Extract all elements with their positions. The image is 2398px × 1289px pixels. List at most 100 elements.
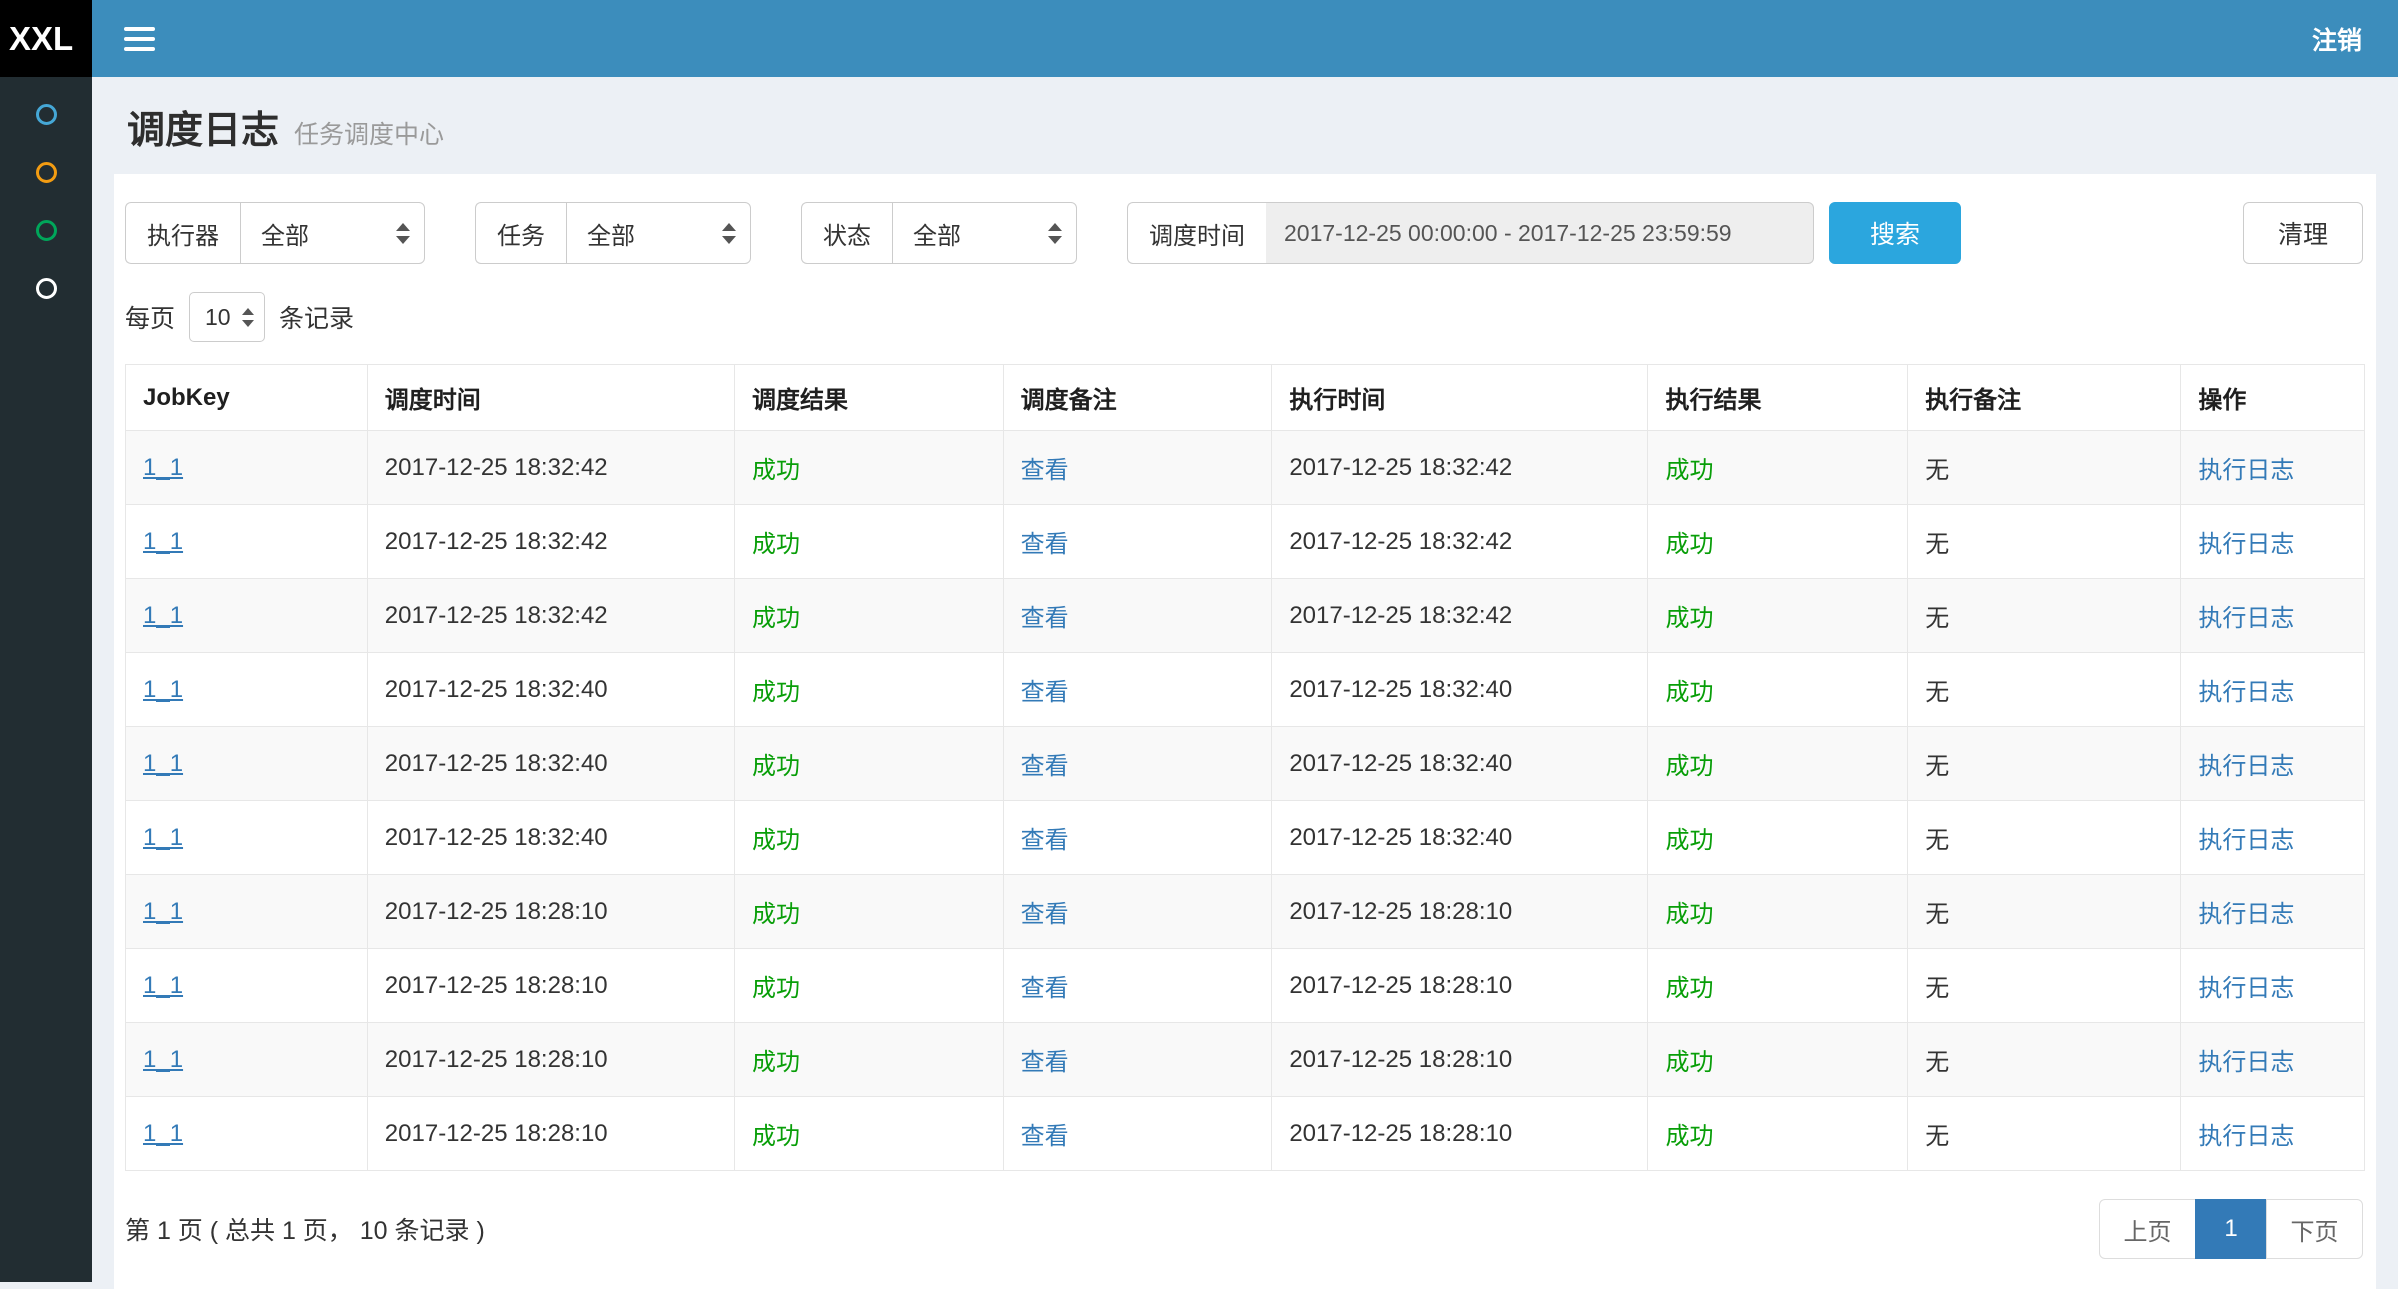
page-size-suffix: 条记录 [279,299,354,335]
sched-remark-cell: 查看 [1003,949,1272,1023]
sched-result-cell: 成功 [734,949,1003,1023]
jobkey-link[interactable]: 1_1 [143,972,183,999]
jobkey-link[interactable]: 1_1 [143,1046,183,1073]
sched-time-cell: 2017-12-25 18:28:10 [367,1097,734,1171]
sched-time-cell: 2017-12-25 18:32:40 [367,653,734,727]
exec-remark-cell: 无 [1908,875,2181,949]
logout-button[interactable]: 注销 [2312,21,2362,57]
exec-time-text: 2017-12-25 18:32:42 [1289,528,1512,555]
sidebar-item-help[interactable] [0,259,92,317]
table-row: 1_12017-12-25 18:28:10成功查看2017-12-25 18:… [126,875,2365,949]
exec-log-link[interactable]: 执行日志 [2198,531,2294,558]
circle-outline-icon [36,104,57,125]
trigger-time-text: 2017-12-25 18:32:42 [385,528,608,555]
page-title-row: 调度日志 任务调度中心 [127,99,2363,154]
trigger-result-text: 成功 [752,827,800,854]
trigger-time-range-input[interactable] [1266,202,1814,264]
exec-time-cell: 2017-12-25 18:32:42 [1272,505,1648,579]
trigger-remark-link[interactable]: 查看 [1021,457,1069,484]
action-cell: 执行日志 [2181,727,2365,801]
column-trigger-result: 调度结果 [734,365,1003,431]
exec-result-cell: 成功 [1648,653,1908,727]
exec-time-text: 2017-12-25 18:32:40 [1289,676,1512,703]
trigger-remark-link[interactable]: 查看 [1021,901,1069,928]
trigger-remark-link[interactable]: 查看 [1021,827,1069,854]
exec-log-link[interactable]: 执行日志 [2198,827,2294,854]
exec-log-link[interactable]: 执行日志 [2198,975,2294,1002]
jobkey-link[interactable]: 1_1 [143,898,183,925]
jobkey-link[interactable]: 1_1 [143,454,183,481]
current-page-button[interactable]: 1 [2195,1199,2267,1259]
jobkey-link[interactable]: 1_1 [143,750,183,777]
trigger-time-text: 2017-12-25 18:28:10 [385,1120,608,1147]
exec-log-link[interactable]: 执行日志 [2198,679,2294,706]
exec-result-text: 成功 [1665,753,1713,780]
exec-log-link[interactable]: 执行日志 [2198,605,2294,632]
trigger-result-text: 成功 [752,753,800,780]
search-button[interactable]: 搜索 [1829,202,1961,264]
status-select-value: 全部 [913,216,961,251]
sidebar-toggle-icon[interactable] [124,27,155,51]
trigger-remark-link[interactable]: 查看 [1021,975,1069,1002]
sched-time-cell: 2017-12-25 18:32:40 [367,801,734,875]
trigger-time-text: 2017-12-25 18:32:40 [385,750,608,777]
executor-select-value: 全部 [261,216,309,251]
trigger-remark-link[interactable]: 查看 [1021,1049,1069,1076]
exec-result-cell: 成功 [1648,431,1908,505]
log-table-header-row: JobKey调度时间调度结果调度备注执行时间执行结果执行备注操作 [126,365,2365,431]
column-trigger-time: 调度时间 [367,365,734,431]
sched-result-cell: 成功 [734,1097,1003,1171]
sched-remark-cell: 查看 [1003,1097,1272,1171]
exec-log-link[interactable]: 执行日志 [2198,901,2294,928]
prev-page-button[interactable]: 上页 [2099,1199,2196,1259]
status-select[interactable]: 全部 [892,202,1077,264]
trigger-remark-link[interactable]: 查看 [1021,679,1069,706]
jobkey-link[interactable]: 1_1 [143,824,183,851]
page-header: 调度日志 任务调度中心 [114,91,2376,174]
trigger-time-text: 2017-12-25 18:32:40 [385,676,608,703]
sidebar-item-joblog[interactable] [0,201,92,259]
page-size-prefix: 每页 [125,299,175,335]
exec-result-text: 成功 [1665,679,1713,706]
exec-time-cell: 2017-12-25 18:32:40 [1272,801,1648,875]
exec-result-text: 成功 [1665,531,1713,558]
jobkey-link[interactable]: 1_1 [143,676,183,703]
jobkey-link[interactable]: 1_1 [143,1120,183,1147]
trigger-remark-link[interactable]: 查看 [1021,531,1069,558]
trigger-remark-link[interactable]: 查看 [1021,753,1069,780]
log-table-body: 1_12017-12-25 18:32:42成功查看2017-12-25 18:… [126,431,2365,1171]
sched-result-cell: 成功 [734,875,1003,949]
exec-log-link[interactable]: 执行日志 [2198,1049,2294,1076]
sidebar-item-dashboard[interactable] [0,85,92,143]
clear-button[interactable]: 清理 [2243,202,2363,264]
sched-remark-cell: 查看 [1003,653,1272,727]
trigger-remark-link[interactable]: 查看 [1021,605,1069,632]
trigger-result-text: 成功 [752,605,800,632]
job-select[interactable]: 全部 [566,202,751,264]
executor-select[interactable]: 全部 [240,202,425,264]
exec-time-cell: 2017-12-25 18:28:10 [1272,1023,1648,1097]
sidebar-item-jobinfo[interactable] [0,143,92,201]
action-cell: 执行日志 [2181,505,2365,579]
exec-log-link[interactable]: 执行日志 [2198,753,2294,780]
page-size-select[interactable]: 10 [189,292,265,342]
content-area: 调度日志 任务调度中心 执行器 全部 任务 全部 状态 [92,77,2398,1282]
exec-log-link[interactable]: 执行日志 [2198,1123,2294,1150]
exec-time-text: 2017-12-25 18:28:10 [1289,1120,1512,1147]
exec-remark-text: 无 [1925,457,1949,484]
filter-bar: 执行器 全部 任务 全部 状态 全部 [125,202,2365,264]
app-logo[interactable]: XXL [0,0,92,77]
exec-time-cell: 2017-12-25 18:32:42 [1272,579,1648,653]
exec-time-text: 2017-12-25 18:28:10 [1289,898,1512,925]
exec-remark-cell: 无 [1908,1023,2181,1097]
trigger-remark-link[interactable]: 查看 [1021,1123,1069,1150]
jobkey-link[interactable]: 1_1 [143,602,183,629]
exec-result-cell: 成功 [1648,727,1908,801]
exec-remark-cell: 无 [1908,579,2181,653]
exec-time-cell: 2017-12-25 18:28:10 [1272,875,1648,949]
jobkey-link[interactable]: 1_1 [143,528,183,555]
select-arrows-icon [1048,223,1062,244]
next-page-button[interactable]: 下页 [2266,1199,2363,1259]
exec-log-link[interactable]: 执行日志 [2198,457,2294,484]
job-filter: 任务 全部 [475,202,751,264]
